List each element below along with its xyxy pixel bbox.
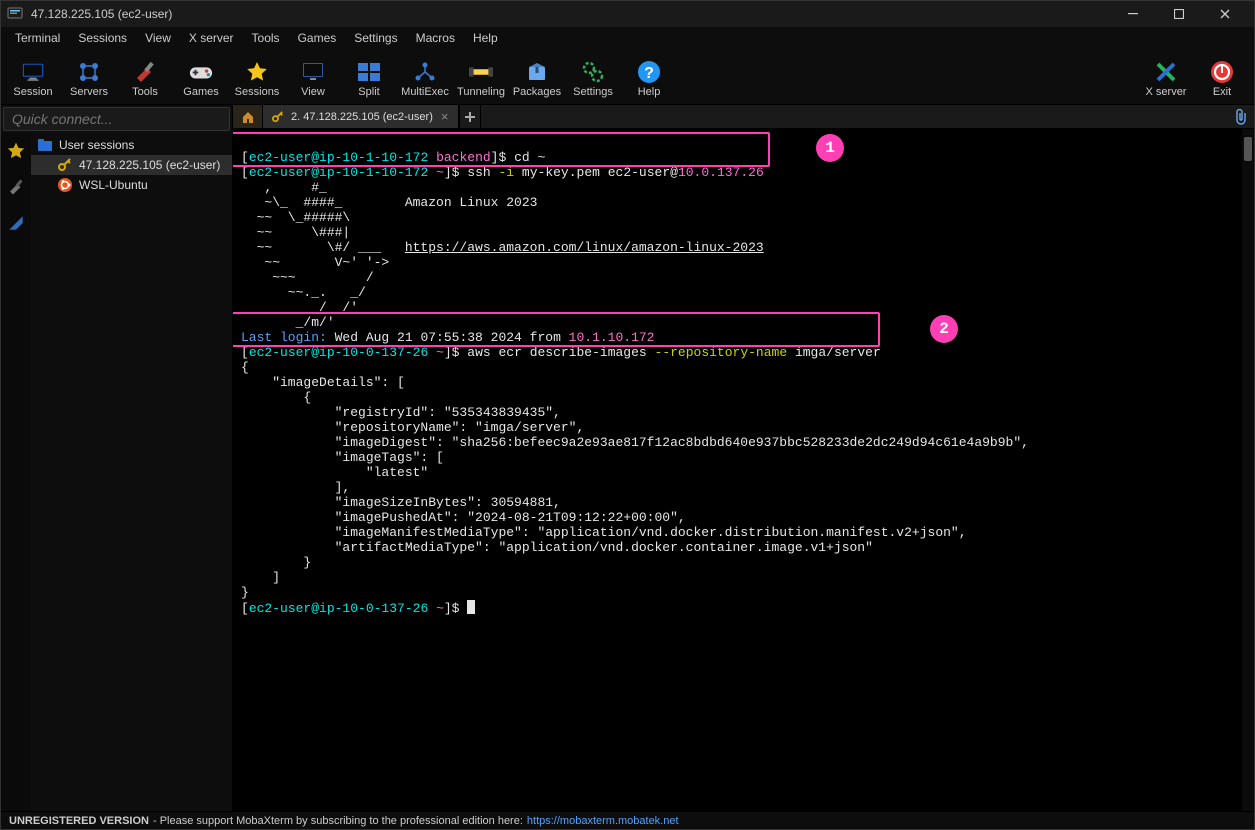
tab-session[interactable]: 2. 47.128.225.105 (ec2-user) × (263, 105, 459, 128)
session-item-label: WSL-Ubuntu (79, 178, 148, 192)
tools-icon (133, 60, 157, 84)
terminal-tabs: 2. 47.128.225.105 (ec2-user) × (233, 105, 1254, 129)
session-item-1[interactable]: WSL-Ubuntu (31, 175, 232, 195)
tb-help[interactable]: ?Help (621, 53, 677, 105)
menu-macros[interactable]: Macros (408, 29, 463, 47)
main-area: 2. 47.128.225.105 (ec2-user) × [ec2-user… (233, 105, 1254, 811)
app-icon (7, 6, 23, 22)
menubar: Terminal Sessions View X server Tools Ga… (1, 27, 1254, 49)
toolbar: Session Servers Tools Games Sessions Vie… (1, 49, 1254, 105)
tb-favorites[interactable]: Sessions (229, 53, 285, 105)
macros-tab[interactable] (4, 211, 28, 235)
session-item-label: 47.128.225.105 (ec2-user) (79, 158, 220, 172)
titlebar: 47.128.225.105 (ec2-user) (1, 1, 1254, 27)
view-icon (301, 60, 325, 84)
status-text: - Please support MobaXterm by subscribin… (153, 815, 523, 827)
tb-packages[interactable]: Packages (509, 53, 565, 105)
help-icon: ? (637, 60, 661, 84)
servers-icon (77, 60, 101, 84)
sessions-tree: User sessions 47.128.225.105 (ec2-user) … (31, 133, 232, 811)
svg-text:?: ? (644, 65, 654, 82)
multiexec-icon (413, 60, 437, 84)
maximize-button[interactable] (1156, 1, 1202, 27)
quick-connect[interactable] (3, 107, 230, 131)
tb-servers[interactable]: Servers (61, 53, 117, 105)
tree-root-label: User sessions (59, 138, 134, 152)
favorites-tab[interactable] (4, 139, 28, 163)
games-icon (189, 60, 213, 84)
folder-icon (37, 138, 53, 152)
tunnel-icon (469, 60, 493, 84)
menu-games[interactable]: Games (290, 29, 345, 47)
terminal[interactable]: [ec2-user@ip-10-1-10-172 backend]$ cd ~ … (233, 129, 1254, 811)
quick-connect-input[interactable] (12, 111, 221, 127)
sidebar-tabs (1, 133, 31, 811)
tb-view[interactable]: View (285, 53, 341, 105)
status-bold: UNREGISTERED VERSION (9, 815, 149, 827)
menu-terminal[interactable]: Terminal (7, 29, 68, 47)
tools-tab[interactable] (4, 175, 28, 199)
menu-settings[interactable]: Settings (346, 29, 405, 47)
sidebar: User sessions 47.128.225.105 (ec2-user) … (1, 105, 233, 811)
monitor-icon (21, 60, 45, 84)
menu-view[interactable]: View (137, 29, 179, 47)
tb-session[interactable]: Session (5, 53, 61, 105)
new-tab-button[interactable] (459, 105, 481, 128)
annotation-badge-2: 2 (930, 315, 958, 343)
cursor (467, 600, 475, 614)
tab-home[interactable] (233, 105, 263, 128)
minimize-button[interactable] (1110, 1, 1156, 27)
terminal-scrollbar[interactable] (1242, 129, 1254, 811)
split-icon (357, 60, 381, 84)
window-title: 47.128.225.105 (ec2-user) (31, 7, 1110, 21)
xserver-icon (1154, 60, 1178, 84)
key-icon (271, 110, 285, 124)
menu-sessions[interactable]: Sessions (70, 29, 135, 47)
tb-tools[interactable]: Tools (117, 53, 173, 105)
tb-exit[interactable]: Exit (1194, 53, 1250, 105)
status-bar: UNREGISTERED VERSION - Please support Mo… (1, 811, 1254, 829)
menu-help[interactable]: Help (465, 29, 506, 47)
home-icon (241, 110, 255, 124)
settings-icon (581, 60, 605, 84)
key-icon (57, 158, 73, 172)
tb-split[interactable]: Split (341, 53, 397, 105)
power-icon (1210, 60, 1234, 84)
menu-xserver[interactable]: X server (181, 29, 242, 47)
scrollbar-thumb[interactable] (1244, 137, 1252, 161)
tb-settings[interactable]: Settings (565, 53, 621, 105)
session-item-0[interactable]: 47.128.225.105 (ec2-user) (31, 155, 232, 175)
tab-label: 2. 47.128.225.105 (ec2-user) (291, 111, 433, 123)
ubuntu-icon (57, 178, 73, 192)
tb-games[interactable]: Games (173, 53, 229, 105)
annotation-badge-1: 1 (816, 134, 844, 162)
tb-tunneling[interactable]: Tunneling (453, 53, 509, 105)
close-button[interactable] (1202, 1, 1248, 27)
paperclip-icon[interactable] (1234, 109, 1248, 125)
tb-multiexec[interactable]: MultiExec (397, 53, 453, 105)
menu-tools[interactable]: Tools (244, 29, 288, 47)
tb-xserver[interactable]: X server (1138, 53, 1194, 105)
status-link[interactable]: https://mobaxterm.mobatek.net (527, 815, 679, 827)
star-icon (245, 60, 269, 84)
tree-root[interactable]: User sessions (31, 135, 232, 155)
packages-icon (525, 60, 549, 84)
tab-close-button[interactable]: × (439, 109, 451, 124)
